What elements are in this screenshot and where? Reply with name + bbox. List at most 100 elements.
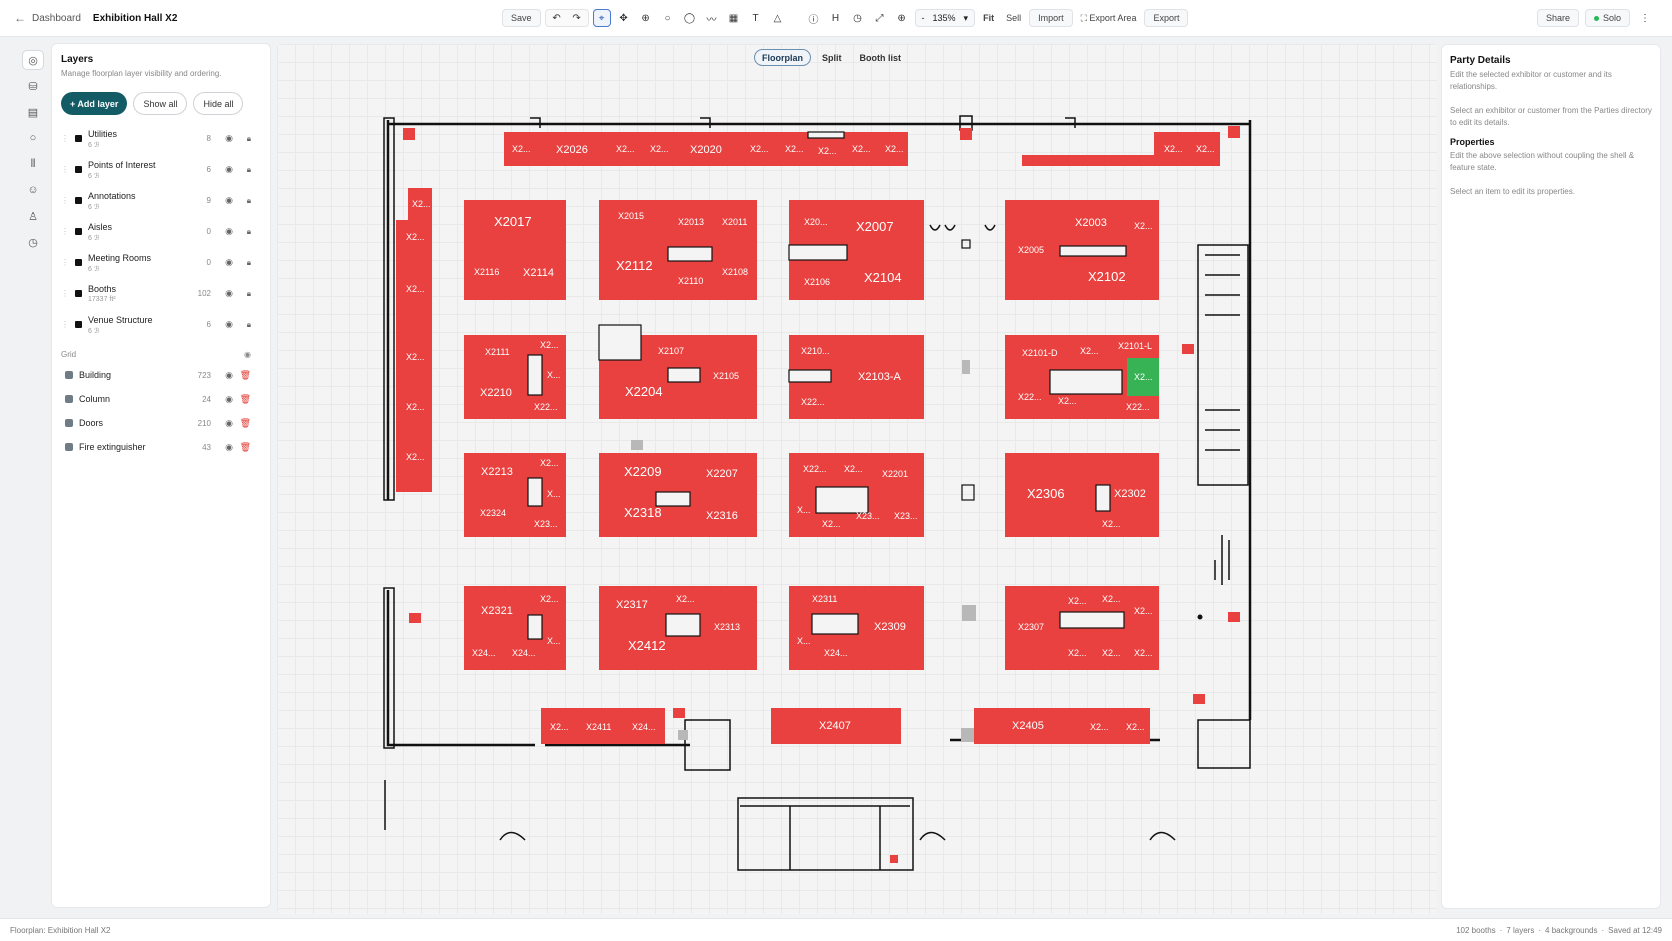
booth-label: X2... — [1164, 144, 1183, 154]
drag-handle-icon[interactable]: ⋮ — [61, 289, 71, 298]
drag-handle-icon[interactable]: ⋮ — [61, 258, 71, 267]
drag-handle-icon[interactable]: ⋮ — [61, 320, 71, 329]
polyline-tool-icon[interactable]: 〰 — [703, 9, 721, 27]
zoom-control[interactable]: - 135% ▾ — [914, 9, 976, 27]
save-button[interactable]: Save — [502, 9, 541, 27]
show-all-button[interactable]: Show all — [133, 92, 188, 115]
eye-icon[interactable]: ◉ — [225, 370, 233, 381]
tab-split[interactable]: Split — [815, 49, 849, 66]
zoom-tool-icon[interactable]: ⊕ — [637, 9, 655, 27]
hide-all-button[interactable]: Hide all — [193, 92, 244, 115]
booth-label: X2003 — [1075, 217, 1107, 229]
eye-icon[interactable]: ◉ — [244, 350, 251, 359]
booth-label: X2102 — [1088, 269, 1126, 284]
trash-icon[interactable]: 🗑︎ — [240, 370, 251, 381]
triangle-tool-icon[interactable]: △ — [769, 9, 787, 27]
tab-booth-list[interactable]: Booth list — [853, 49, 909, 66]
trash-icon[interactable]: 🗑︎ — [240, 442, 251, 453]
background-name: Building — [79, 370, 112, 380]
info-icon[interactable]: ⓘ — [805, 9, 823, 27]
booth-label: X2107 — [658, 346, 684, 356]
export-button[interactable]: Export — [1144, 9, 1189, 27]
eye-icon[interactable]: ◉ — [225, 195, 233, 206]
eye-icon[interactable]: ◉ — [225, 288, 233, 299]
sell-button[interactable]: Sell — [1002, 13, 1025, 23]
redo-icon[interactable]: ↷ — [568, 9, 586, 27]
background-row[interactable]: Building 723 ◉ 🗑︎ — [61, 363, 261, 387]
zoom-out-button[interactable]: - — [922, 13, 925, 23]
magnify-icon[interactable]: ⊕ — [893, 9, 911, 27]
layer-count: 9 — [206, 196, 211, 205]
ellipse-tool-icon[interactable]: ◯ — [681, 9, 699, 27]
layer-row[interactable]: ⋮ Points of Interest 6 ℬ 6 ◉ 🔒︎ — [61, 154, 261, 185]
booth-label: X2... — [1196, 144, 1215, 154]
person-icon[interactable]: ♙ — [22, 206, 44, 226]
back-to-dashboard[interactable]: ← Dashboard — [14, 11, 81, 25]
trash-icon[interactable]: 🗑︎ — [240, 394, 251, 405]
eye-icon[interactable]: ◉ — [225, 226, 233, 237]
lock-icon[interactable]: 🔒︎ — [247, 196, 251, 206]
floorplan-map[interactable]: .wall { fill: none; stroke: #111; stroke… — [277, 44, 1437, 914]
lock-icon[interactable]: 🔒︎ — [247, 289, 251, 299]
undo-icon[interactable]: ↶ — [548, 9, 566, 27]
lock-icon[interactable]: 🔒︎ — [247, 134, 251, 144]
layer-row[interactable]: ⋮ Meeting Rooms 6 ℬ 0 ◉ 🔒︎ — [61, 247, 261, 278]
database-icon[interactable]: ⛁ — [22, 76, 44, 96]
floorplan-canvas[interactable]: .wall { fill: none; stroke: #111; stroke… — [277, 44, 1437, 914]
booth-label: X2... — [1126, 722, 1145, 732]
select-tool-icon[interactable]: ⌖ — [592, 9, 611, 27]
circle-tool-icon[interactable]: ○ — [659, 9, 677, 27]
eye-icon[interactable]: ◉ — [225, 164, 233, 175]
more-vertical-icon[interactable]: ⋮ — [1636, 9, 1654, 27]
fit-button[interactable]: Fit — [979, 13, 998, 23]
background-row[interactable]: Column 24 ◉ 🗑︎ — [61, 387, 261, 411]
import-button[interactable]: Import — [1029, 9, 1073, 27]
drag-handle-icon[interactable]: ⋮ — [61, 165, 71, 174]
background-swatch — [65, 395, 73, 403]
lock-icon[interactable]: 🔒︎ — [247, 320, 251, 330]
clock-icon[interactable]: ◷ — [22, 232, 44, 252]
panel-title: Layers — [61, 54, 94, 65]
eye-icon[interactable]: ◉ — [225, 319, 233, 330]
text-tool-icon[interactable]: T — [747, 9, 765, 27]
chart-icon[interactable]: ⫴ — [22, 154, 44, 174]
solo-button[interactable]: Solo — [1584, 9, 1630, 27]
grid-tool-icon[interactable]: ▦ — [725, 9, 743, 27]
hand-icon[interactable]: H — [827, 9, 845, 27]
layer-row[interactable]: ⋮ Booths 17337 ft² 102 ◉ 🔒︎ — [61, 278, 261, 309]
eye-icon[interactable]: ◉ — [225, 442, 233, 453]
users-icon[interactable]: ☺ — [22, 180, 44, 200]
layer-count: 6 — [206, 320, 211, 329]
history-icon[interactable]: ◷ — [849, 9, 867, 27]
layer-row[interactable]: ⋮ Utilities 6 ℬ 8 ◉ 🔒︎ — [61, 123, 261, 154]
drag-handle-icon[interactable]: ⋮ — [61, 227, 71, 236]
background-row[interactable]: Doors 210 ◉ 🗑︎ — [61, 411, 261, 435]
booth-label: X2... — [1080, 346, 1099, 356]
pan-tool-icon[interactable]: ✥ — [615, 9, 633, 27]
lock-icon[interactable]: 🔒︎ — [247, 227, 251, 237]
drag-handle-icon[interactable]: ⋮ — [61, 196, 71, 205]
lock-icon[interactable]: 🔒︎ — [247, 258, 251, 268]
chevron-down-icon[interactable]: ▾ — [964, 13, 969, 24]
table-icon[interactable]: ▤ — [22, 102, 44, 122]
layer-row[interactable]: ⋮ Aisles 6 ℬ 0 ◉ 🔒︎ — [61, 216, 261, 247]
layer-row[interactable]: ⋮ Venue Structure 6 ℬ 6 ◉ 🔒︎ — [61, 309, 261, 340]
drag-handle-icon[interactable]: ⋮ — [61, 134, 71, 143]
tab-floorplan[interactable]: Floorplan — [754, 49, 811, 66]
layers-icon[interactable]: ◎ — [22, 50, 44, 70]
share-button[interactable]: Share — [1536, 9, 1579, 27]
eye-icon[interactable]: ◉ — [225, 394, 233, 405]
eye-icon[interactable]: ◉ — [225, 257, 233, 268]
eye-icon[interactable]: ◉ — [225, 133, 233, 144]
layer-row[interactable]: ⋮ Annotations 6 ℬ 9 ◉ 🔒︎ — [61, 185, 261, 216]
add-layer-button[interactable]: + Add layer — [61, 92, 128, 115]
circle-icon[interactable]: ○ — [22, 128, 44, 148]
eye-icon[interactable]: ◉ — [225, 418, 233, 429]
export-area-button[interactable]: ⛶ Export Area — [1077, 13, 1141, 24]
booth-label: X2... — [785, 144, 804, 154]
background-swatch — [65, 443, 73, 451]
resize-icon[interactable]: ⤢ — [871, 9, 889, 27]
lock-icon[interactable]: 🔒︎ — [247, 165, 251, 175]
background-row[interactable]: Fire extinguisher 43 ◉ 🗑︎ — [61, 435, 261, 459]
trash-icon[interactable]: 🗑︎ — [240, 418, 251, 429]
